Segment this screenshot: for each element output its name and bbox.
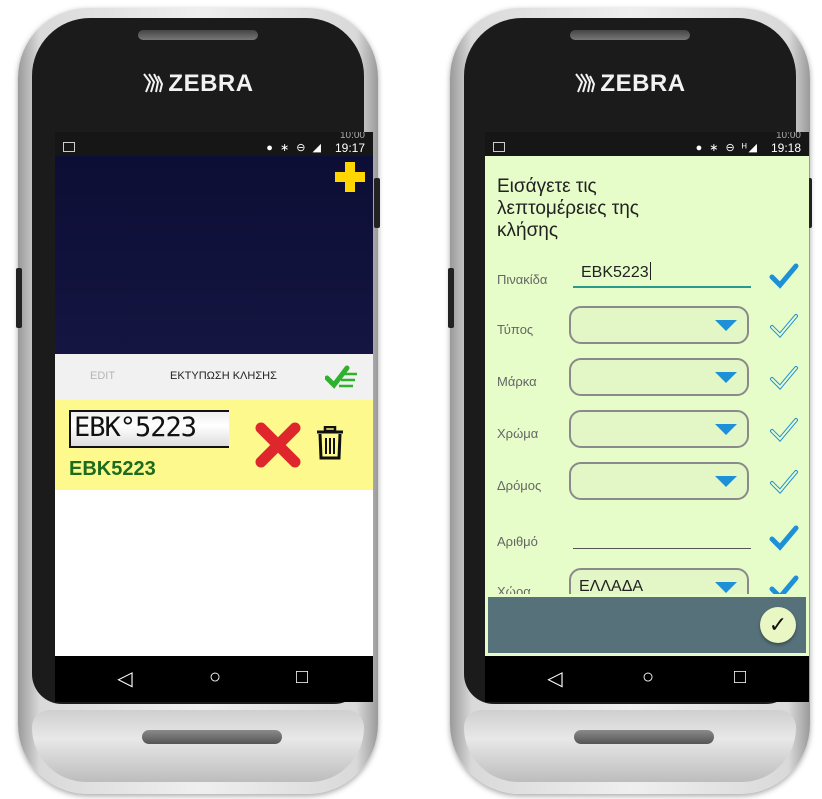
tab-print-ticket[interactable]: ΕΚΤΥΠΩΣΗ ΚΛΗΣΗΣ (170, 370, 277, 382)
check-icon[interactable] (769, 262, 799, 290)
field-make: Μάρκα (485, 358, 809, 398)
plate-input[interactable]: EBK5223 (581, 262, 651, 282)
status-ghost-time: 10:00 (775, 132, 801, 141)
bottom-speaker (142, 730, 282, 744)
plus-icon[interactable] (335, 162, 365, 192)
form-title: Εισάγετε τις λεπτομέρειες της κλήσης (497, 176, 639, 241)
field-number: Αριθμό (485, 518, 809, 558)
chevron-down-icon (715, 476, 737, 487)
field-label: Τύπος (497, 322, 534, 337)
status-time: 19:17 (334, 141, 365, 155)
field-label: Αριθμό (497, 534, 538, 549)
nav-bar: ◁ ○ □ (485, 656, 809, 702)
action-bar: ✓ (485, 594, 809, 656)
nav-bar: ◁ ○ □ (55, 656, 373, 702)
input-underline (573, 286, 751, 288)
action-tabs: EDIT ΕΚΤΥΠΩΣΗ ΚΛΗΣΗΣ (55, 354, 373, 400)
status-time: 19:18 (770, 141, 801, 155)
check-outline-icon[interactable] (769, 416, 799, 444)
field-plate: Πινακίδα EBK5223 (485, 256, 809, 296)
submit-button[interactable]: ✓ (760, 607, 796, 643)
zebra-logo: ZEBRA (450, 70, 810, 98)
phone-chin (464, 710, 796, 782)
chevron-down-icon (715, 372, 737, 383)
field-label: Μάρκα (497, 374, 537, 389)
chevron-down-icon (715, 582, 737, 593)
check-outline-icon[interactable] (769, 468, 799, 496)
field-label: Χρώμα (497, 426, 539, 441)
status-ghost-time: 10:00 (339, 132, 365, 141)
camera-preview (55, 156, 373, 354)
notification-image-icon (63, 142, 75, 152)
notification-image-icon (493, 142, 505, 152)
status-bar: 10:00 ● ∗ ⊖ ᴴ◢ 19:18 (485, 132, 809, 156)
field-street: Δρόμος (485, 462, 809, 502)
check-list-icon[interactable] (325, 362, 359, 390)
top-speaker (570, 30, 690, 40)
brand-name: ZEBRA (600, 70, 686, 97)
plate-photo-text: EBK°5223 (74, 412, 197, 443)
side-button[interactable] (448, 268, 454, 328)
field-label: Πινακίδα (497, 272, 548, 287)
plate-photo: EBK°5223 (69, 410, 229, 448)
status-icons: ● ∗ ⊖ ᴴ◢ (695, 142, 759, 154)
number-input[interactable] (573, 548, 751, 549)
close-icon[interactable] (255, 422, 301, 468)
recent-apps-icon[interactable]: □ (287, 666, 317, 689)
phone-chin (32, 710, 364, 782)
recent-apps-icon[interactable]: □ (725, 666, 755, 689)
check-outline-icon[interactable] (769, 364, 799, 392)
plate-result-card[interactable]: EBK°5223 EBK5223 (55, 400, 373, 490)
tab-edit[interactable]: EDIT (90, 370, 115, 382)
home-icon[interactable]: ○ (200, 666, 230, 689)
type-select[interactable] (569, 306, 749, 344)
zebra-head-icon (575, 73, 596, 93)
chevron-down-icon (715, 424, 737, 435)
left-screen: 10:00 ● ∗ ⊖ ◢ 19:17 EDIT ΕΚΤΥΠΩΣΗ ΚΛΗΣΗΣ… (55, 132, 373, 702)
brand-name: ZEBRA (168, 70, 254, 97)
home-icon[interactable]: ○ (633, 666, 663, 689)
field-type: Τύπος (485, 306, 809, 346)
ticket-form: Εισάγετε τις λεπτομέρειες της κλήσης Πιν… (485, 156, 809, 656)
color-select[interactable] (569, 410, 749, 448)
top-speaker (138, 30, 258, 40)
make-select[interactable] (569, 358, 749, 396)
chevron-down-icon (715, 320, 737, 331)
back-icon[interactable]: ◁ (110, 666, 140, 691)
side-button[interactable] (16, 268, 22, 328)
bottom-speaker (574, 730, 714, 744)
field-label: Δρόμος (497, 478, 542, 493)
plate-number: EBK5223 (69, 458, 156, 480)
status-icons: ● ∗ ⊖ ◢ (266, 142, 323, 154)
check-icon[interactable] (769, 524, 799, 552)
zebra-head-icon (143, 73, 164, 93)
zebra-logo: ZEBRA (18, 70, 378, 98)
side-button[interactable] (374, 178, 380, 228)
field-color: Χρώμα (485, 410, 809, 450)
left-phone: ZEBRA 10:00 ● ∗ ⊖ ◢ 19:17 EDIT ΕΚΤΥΠΩΣΗ … (16, 8, 380, 794)
street-select[interactable] (569, 462, 749, 500)
back-icon[interactable]: ◁ (540, 666, 570, 691)
status-bar: 10:00 ● ∗ ⊖ ◢ 19:17 (55, 132, 373, 156)
right-screen: 10:00 ● ∗ ⊖ ᴴ◢ 19:18 Εισάγετε τις λεπτομ… (485, 132, 809, 702)
trash-icon[interactable] (315, 426, 345, 460)
right-phone: ZEBRA 10:00 ● ∗ ⊖ ᴴ◢ 19:18 Εισάγετε τις … (448, 8, 812, 794)
check-outline-icon[interactable] (769, 312, 799, 340)
